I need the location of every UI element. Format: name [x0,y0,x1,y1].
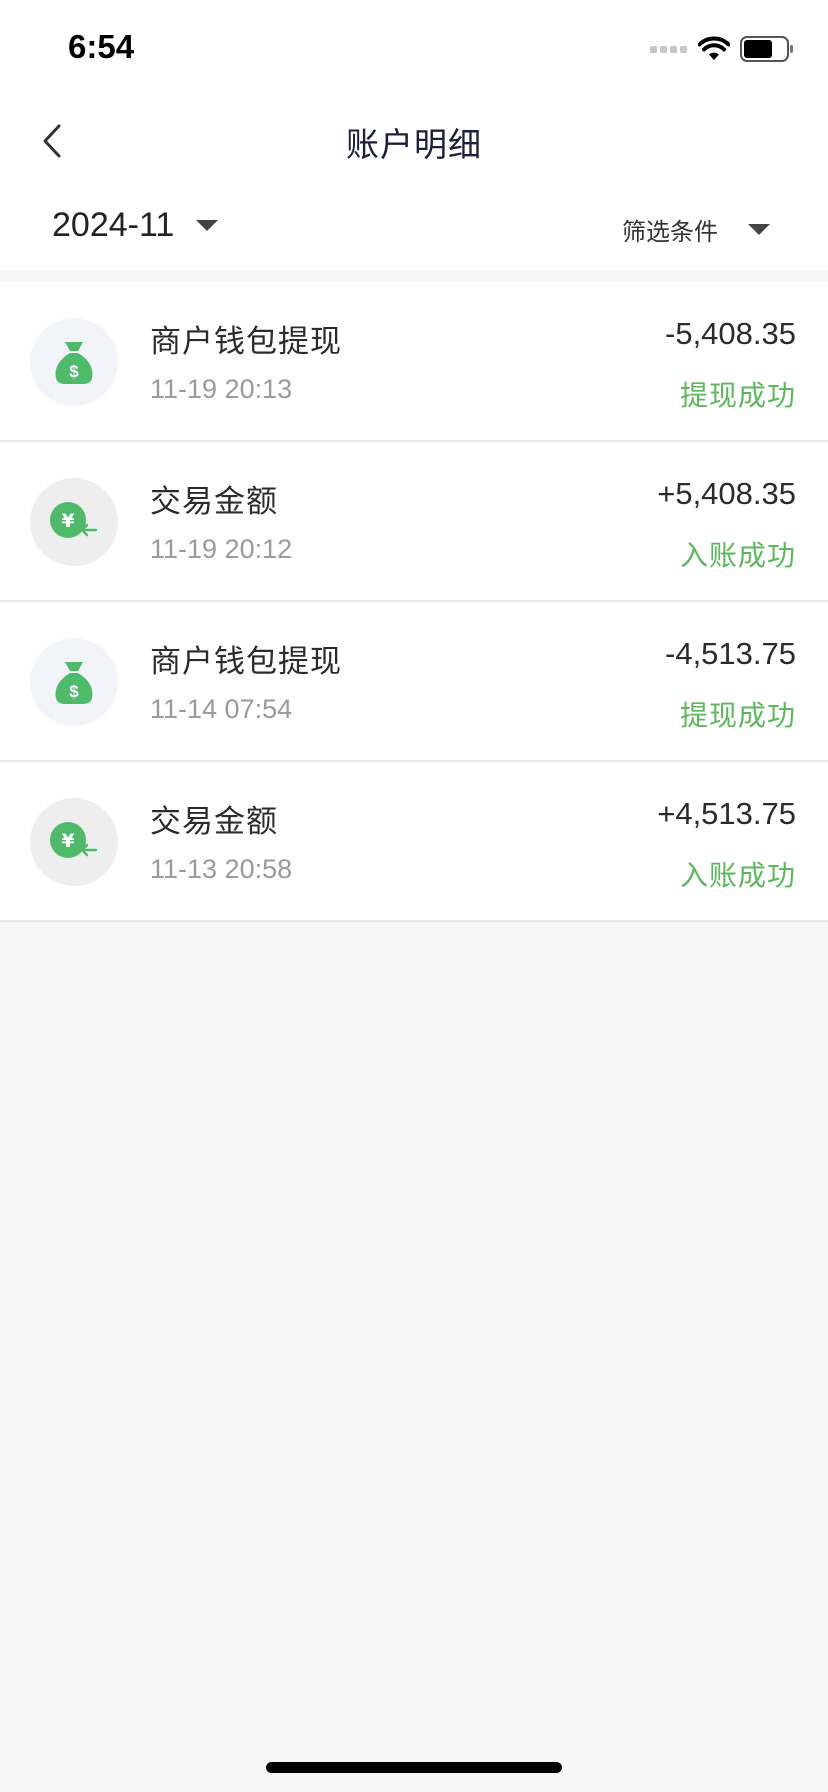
yen-incoming-icon: ¥ [30,798,118,886]
transaction-title: 交易金额 [150,804,278,840]
filter-bar: 2024-11 筛选条件 [0,186,828,270]
filter-conditions-dropdown[interactable]: 筛选条件 [622,212,770,247]
page-title: 账户明细 [346,125,482,164]
transaction-amount: -5,408.35 [665,316,796,351]
home-indicator[interactable] [266,1762,562,1773]
transaction-row[interactable]: $ 商户钱包提现 11-14 07:54 -4,513.75 提现成功 [0,602,828,762]
transaction-time: 11-19 20:12 [150,534,293,564]
transaction-title: 商户钱包提现 [150,644,342,680]
transaction-status: 入账成功 [679,859,796,892]
transaction-status: 入账成功 [679,539,796,572]
filter-label: 筛选条件 [622,218,718,246]
svg-text:$: $ [69,682,79,701]
transaction-row[interactable]: ¥ 交易金额 11-19 20:12 +5,408.35 入账成功 [0,442,828,602]
wifi-icon [698,36,730,60]
status-bar: 6:54 [0,0,828,96]
nav-bar: 账户明细 [0,96,828,186]
money-bag-icon: $ [30,318,118,406]
yen-incoming-icon: ¥ [30,478,118,566]
money-bag-icon: $ [30,638,118,726]
signal-icon [650,46,687,53]
battery-icon [740,36,793,62]
transaction-time: 11-13 20:58 [150,854,293,884]
transaction-title: 商户钱包提现 [150,324,342,360]
transaction-amount: -4,513.75 [665,636,796,671]
transaction-status: 提现成功 [679,379,796,412]
transaction-status: 提现成功 [679,699,796,732]
transaction-row[interactable]: ¥ 交易金额 11-13 20:58 +4,513.75 入账成功 [0,762,828,922]
month-label: 2024-11 [52,206,175,244]
svg-text:$: $ [69,362,79,381]
transaction-time: 11-14 07:54 [150,694,293,724]
caret-down-icon [196,220,219,231]
transaction-title: 交易金额 [150,484,278,520]
svg-text:¥: ¥ [61,510,74,532]
status-icons [650,34,794,64]
transaction-list: $ 商户钱包提现 11-19 20:13 -5,408.35 提现成功 ¥ 交易… [0,282,828,922]
transaction-time: 11-19 20:13 [150,374,293,404]
transaction-amount: +5,408.35 [657,476,796,511]
transaction-row[interactable]: $ 商户钱包提现 11-19 20:13 -5,408.35 提现成功 [0,282,828,442]
caret-down-icon [748,224,770,235]
svg-text:¥: ¥ [61,830,74,852]
month-picker[interactable]: 2024-11 [52,206,219,245]
transaction-amount: +4,513.75 [657,796,796,831]
status-time: 6:54 [68,28,135,65]
